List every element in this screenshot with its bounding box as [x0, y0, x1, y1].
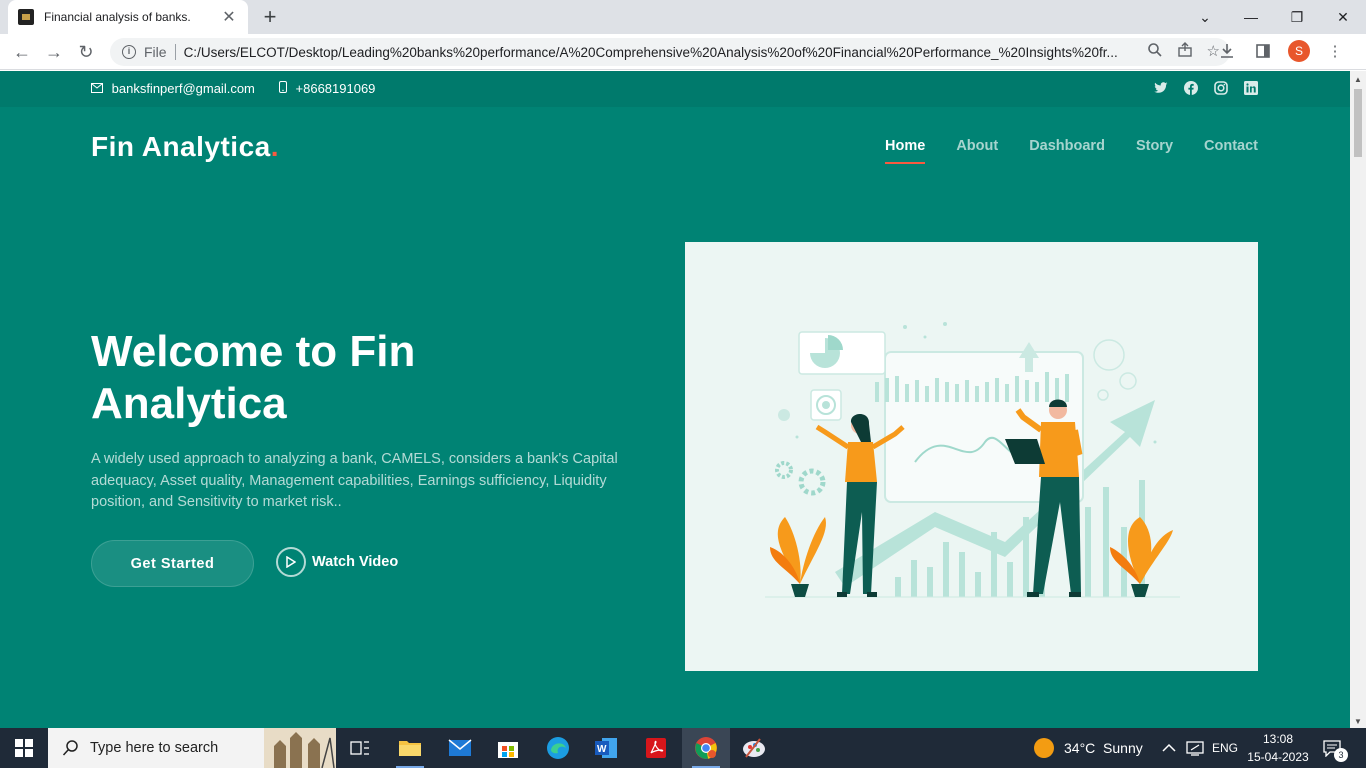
main-nav: Home About Dashboard Story Contact [885, 138, 1258, 164]
new-tab-button[interactable]: + [258, 5, 282, 29]
watch-video-button[interactable]: Watch Video [276, 547, 398, 577]
weather-text: 34°C Sunny [1064, 740, 1143, 756]
get-started-button[interactable]: Get Started [91, 540, 254, 587]
hero-title: Welcome to Fin Analytica [91, 327, 416, 428]
page-scrollbar[interactable]: ▲ ▼ [1350, 71, 1366, 728]
file-explorer-icon[interactable] [386, 728, 434, 768]
notifications-icon[interactable]: 3 [1322, 728, 1348, 768]
omnibox-separator [174, 44, 176, 60]
facebook-icon[interactable] [1184, 81, 1198, 95]
web-page: banksfinperf@gmail.com +8668191069 Fin A… [0, 71, 1350, 728]
zoom-icon[interactable] [1147, 42, 1163, 62]
edge-icon[interactable] [534, 728, 582, 768]
scroll-down-icon[interactable]: ▼ [1354, 717, 1362, 726]
side-panel-icon[interactable] [1252, 40, 1274, 62]
svg-text:W: W [597, 744, 607, 755]
share-icon[interactable] [1177, 42, 1193, 62]
start-button[interactable] [0, 728, 48, 768]
mail-icon[interactable] [436, 728, 484, 768]
forward-button[interactable]: → [40, 38, 68, 66]
profile-avatar[interactable]: S [1288, 40, 1310, 62]
email-contact[interactable]: banksfinperf@gmail.com [91, 81, 255, 96]
scroll-up-icon[interactable]: ▲ [1354, 75, 1362, 84]
address-bar: ← → ↻ i File C:/Users/ELCOT/Desktop/Lead… [0, 34, 1366, 70]
word-icon[interactable]: W [582, 728, 630, 768]
omnibox[interactable]: i File C:/Users/ELCOT/Desktop/Leading%20… [110, 38, 1230, 66]
tab-close-icon[interactable]: ✕ [220, 7, 238, 27]
logo-dot: . [270, 131, 280, 162]
task-view-icon[interactable] [336, 728, 384, 768]
minimize-button[interactable]: — [1228, 0, 1274, 34]
windows-taskbar: Type here to search W 34°C Sunny ENG 13:… [0, 728, 1366, 769]
sun-icon [1034, 738, 1054, 758]
clock-date: 15-04-2023 [1247, 750, 1309, 764]
nav-about[interactable]: About [956, 138, 998, 164]
windows-icon [15, 739, 33, 757]
site-logo[interactable]: Fin Analytica. [91, 131, 279, 163]
weather-widget[interactable]: 34°C Sunny [1034, 728, 1143, 768]
browser-menu-icon[interactable]: ⋮ [1324, 40, 1346, 62]
clock[interactable]: 13:08 15-04-2023 [1246, 728, 1310, 768]
nav-dashboard[interactable]: Dashboard [1029, 138, 1105, 164]
phone-contact[interactable]: +8668191069 [278, 81, 376, 96]
language-indicator[interactable]: ENG [1212, 728, 1238, 768]
tab-search-icon[interactable]: ⌄ [1182, 0, 1228, 34]
url-text[interactable]: C:/Users/ELCOT/Desktop/Leading%20banks%2… [184, 45, 1124, 60]
network-icon[interactable] [1186, 728, 1204, 768]
browser-tab-bar: Financial analysis of banks. ✕ + ⌄ — ❐ ✕ [0, 0, 1366, 34]
tab-title: Financial analysis of banks. [44, 10, 191, 24]
nav-home[interactable]: Home [885, 138, 926, 164]
search-highlight-image [264, 728, 336, 769]
clock-time: 13:08 [1262, 732, 1294, 746]
site-info-icon[interactable]: i [122, 45, 136, 59]
get-started-label: Get Started [130, 555, 215, 572]
search-icon [62, 740, 78, 756]
close-window-button[interactable]: ✕ [1320, 0, 1366, 34]
tray-chevron-icon[interactable] [1162, 728, 1176, 768]
chrome-icon[interactable] [682, 728, 730, 768]
play-icon [276, 547, 306, 577]
download-icon[interactable] [1216, 40, 1238, 62]
search-placeholder: Type here to search [90, 740, 219, 756]
taskbar-search[interactable]: Type here to search [48, 728, 336, 769]
instagram-icon[interactable] [1214, 81, 1228, 95]
acrobat-icon[interactable] [632, 728, 680, 768]
back-button[interactable]: ← [8, 38, 36, 66]
watch-video-label: Watch Video [312, 554, 399, 570]
browser-tab[interactable]: Financial analysis of banks. ✕ [8, 0, 248, 34]
nav-story[interactable]: Story [1136, 138, 1173, 164]
logo-text: Fin Analytica [91, 131, 271, 162]
nav-contact[interactable]: Contact [1204, 138, 1258, 164]
envelope-icon [91, 81, 107, 96]
omnibox-scheme: File [144, 44, 167, 60]
contact-topbar: banksfinperf@gmail.com +8668191069 [0, 71, 1350, 107]
hero-description: A widely used approach to analyzing a ba… [91, 451, 618, 510]
restore-button[interactable]: ❐ [1274, 0, 1320, 34]
scroll-thumb[interactable] [1354, 89, 1362, 157]
favicon-icon [18, 9, 34, 25]
hero-illustration [685, 242, 1258, 671]
phone-icon [278, 81, 291, 96]
phone-text: +8668191069 [295, 81, 376, 96]
notification-count: 3 [1334, 748, 1348, 762]
paint-icon[interactable] [730, 728, 778, 768]
twitter-icon[interactable] [1154, 81, 1168, 95]
store-icon[interactable] [484, 728, 532, 768]
email-text: banksfinperf@gmail.com [111, 81, 255, 96]
linkedin-icon[interactable] [1244, 81, 1258, 95]
reload-button[interactable]: ↻ [72, 38, 100, 66]
